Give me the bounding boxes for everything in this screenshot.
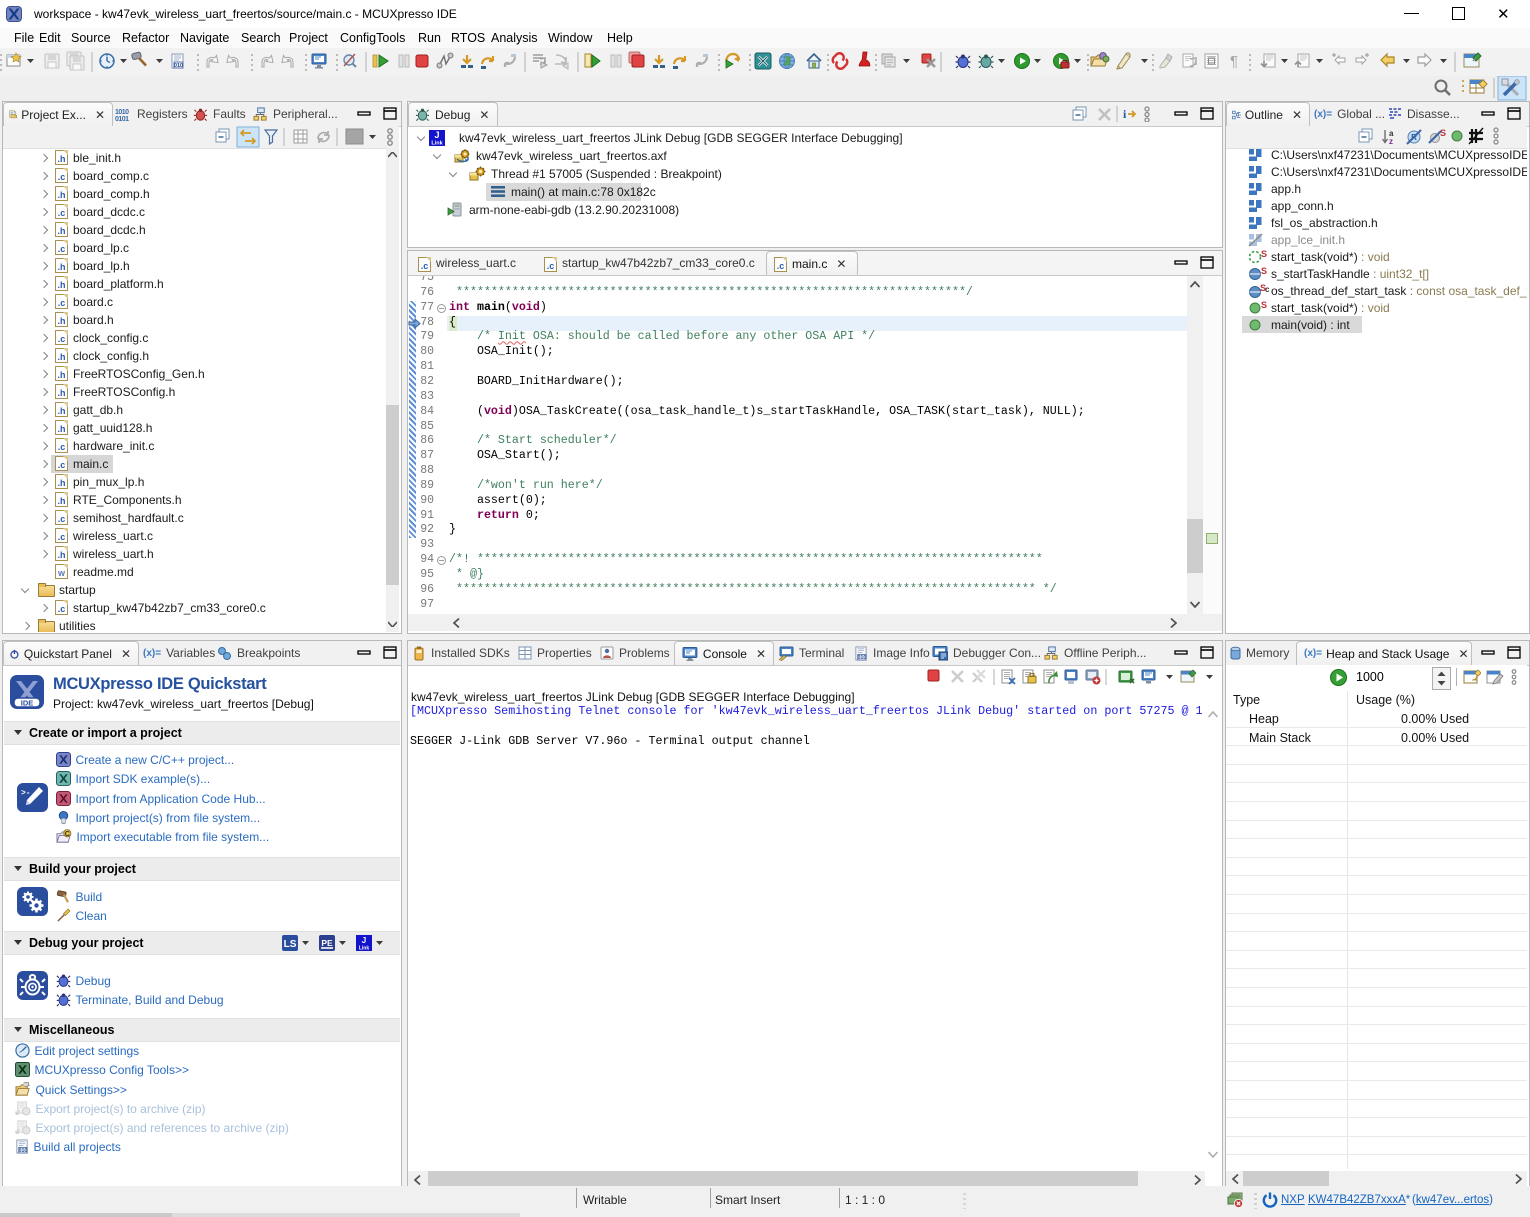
svg-text:c: c <box>1265 285 1270 294</box>
svg-text:IDE: IDE <box>21 698 34 707</box>
svg-text:C: C <box>65 831 70 838</box>
svg-text:¶: ¶ <box>1230 53 1238 70</box>
svg-text:J: J <box>362 936 366 945</box>
svg-text:S: S <box>1261 267 1267 276</box>
svg-text:1010: 1010 <box>115 109 129 116</box>
svg-text:PE: PE <box>321 938 333 948</box>
svg-text:>-: >- <box>21 789 31 798</box>
svg-text:S: S <box>1261 301 1267 310</box>
svg-text:Link: Link <box>359 946 369 952</box>
svg-text:LS: LS <box>284 939 297 950</box>
svg-text:010: 010 <box>858 655 867 661</box>
svg-text:010: 010 <box>19 1149 28 1155</box>
svg-text:0101: 0101 <box>115 116 129 122</box>
svg-text:Link: Link <box>431 141 443 147</box>
svg-text:S: S <box>1440 128 1446 138</box>
svg-text:J: J <box>434 130 439 140</box>
svg-text:i: i <box>1123 107 1127 121</box>
svg-text:z: z <box>1389 137 1393 146</box>
svg-text:S: S <box>1261 250 1267 259</box>
